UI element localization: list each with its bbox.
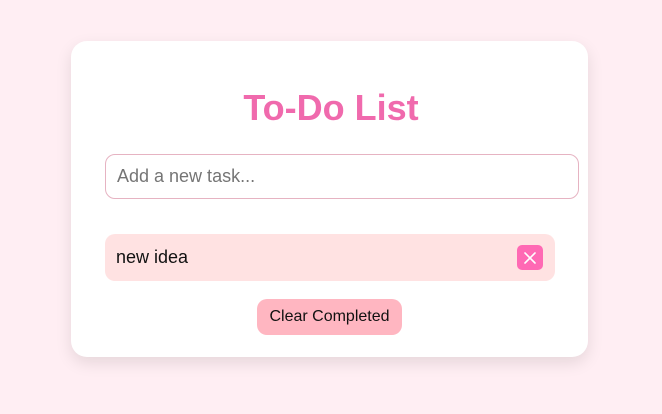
clear-completed-button[interactable]: Clear Completed xyxy=(257,299,402,335)
task-label: new idea xyxy=(116,247,189,267)
delete-task-button[interactable] xyxy=(517,245,543,270)
new-task-input[interactable] xyxy=(105,154,579,199)
page-title: To-Do List xyxy=(243,87,419,128)
close-icon xyxy=(524,251,536,264)
list-item: new idea xyxy=(105,234,555,281)
